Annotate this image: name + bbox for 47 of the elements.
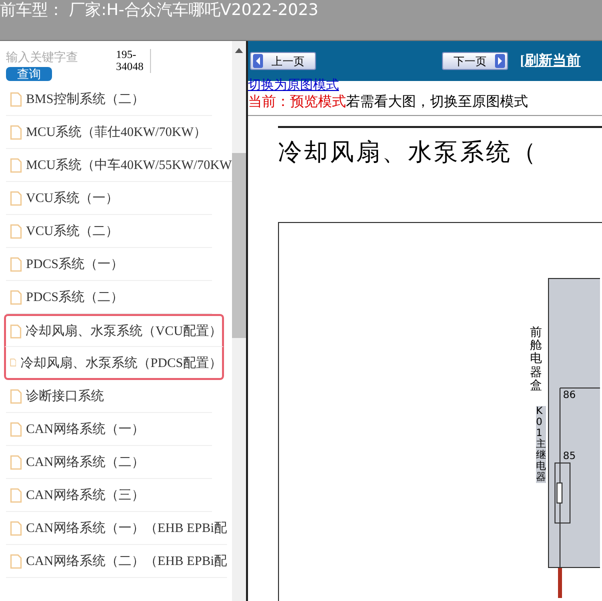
document-icon [10, 158, 22, 172]
document-icon [10, 190, 22, 206]
document-icon [10, 124, 22, 140]
list-item[interactable]: 冷却风扇、水泵系统（PDCS配置） [4, 347, 224, 380]
left-arrow-icon [253, 54, 263, 68]
original-mode-link[interactable]: 切换为原图模式 [248, 79, 339, 93]
list-item[interactable]: PDCS系统（二） [6, 281, 212, 314]
list-item[interactable]: 诊断接口系统 [6, 380, 212, 413]
fuse-box-label: 前舱电器盒 [530, 326, 542, 392]
document-icon [10, 520, 22, 536]
refresh-link[interactable]: [刷新当前 [520, 52, 581, 70]
document-icon [10, 224, 22, 238]
document-icon [10, 488, 22, 502]
document-icon [10, 422, 22, 436]
diagram-title: 冷却风扇、水泵系统（ [278, 126, 602, 168]
right-arrow-icon [495, 54, 505, 68]
record-count: 195-34048 [116, 49, 151, 73]
list-item[interactable]: MCU系统（菲仕40KW/70KW） [6, 116, 212, 149]
document-icon [10, 92, 22, 106]
pin-label: 86 [563, 390, 576, 401]
document-icon [10, 454, 22, 470]
scrollbar-thumb[interactable] [232, 153, 246, 338]
vehicle-title: 前车型： 厂家:H-合众汽车哪吒V2022-2023 [0, 0, 320, 20]
next-page-button[interactable]: 下一页 [442, 52, 508, 70]
list-item[interactable]: CAN网络系统（一）（EHB EPBi配 [6, 512, 228, 545]
relay-label: K01 主继电器 [536, 406, 546, 483]
query-button[interactable]: 查询 [6, 67, 52, 81]
document-icon [10, 324, 22, 338]
list-item[interactable]: CAN网络系统（三） [6, 479, 212, 512]
scrollbar[interactable] [232, 41, 246, 601]
list-item[interactable]: CAN网络系统（一） [6, 413, 212, 446]
list-item[interactable]: VCU系统（一） [6, 182, 212, 215]
document-icon [10, 388, 22, 404]
list-item[interactable]: BMS控制系统（二） [6, 83, 212, 116]
document-icon [10, 256, 22, 272]
list-item[interactable]: 冷却风扇、水泵系统（VCU配置） [4, 314, 224, 347]
mode-notice: 当前：预览模式若需看大图，切换至原图模式 [248, 93, 602, 116]
document-icon [10, 554, 22, 568]
document-icon [10, 290, 22, 304]
list-item[interactable]: CAN网络系统（二） [6, 446, 212, 479]
list-item[interactable]: PDCS系统（一） [6, 248, 212, 281]
pin-label: 85 [563, 451, 576, 462]
list-item[interactable]: VCU系统（二） [6, 215, 212, 248]
list-item[interactable]: MCU系统（中车40KW/55KW/70KW [6, 149, 232, 182]
list-item[interactable]: CAN网络系统（二）（EHB EPBi配 [6, 545, 228, 578]
prev-page-button[interactable]: 上一页 [250, 52, 316, 70]
scroll-up-icon[interactable] [235, 47, 243, 53]
